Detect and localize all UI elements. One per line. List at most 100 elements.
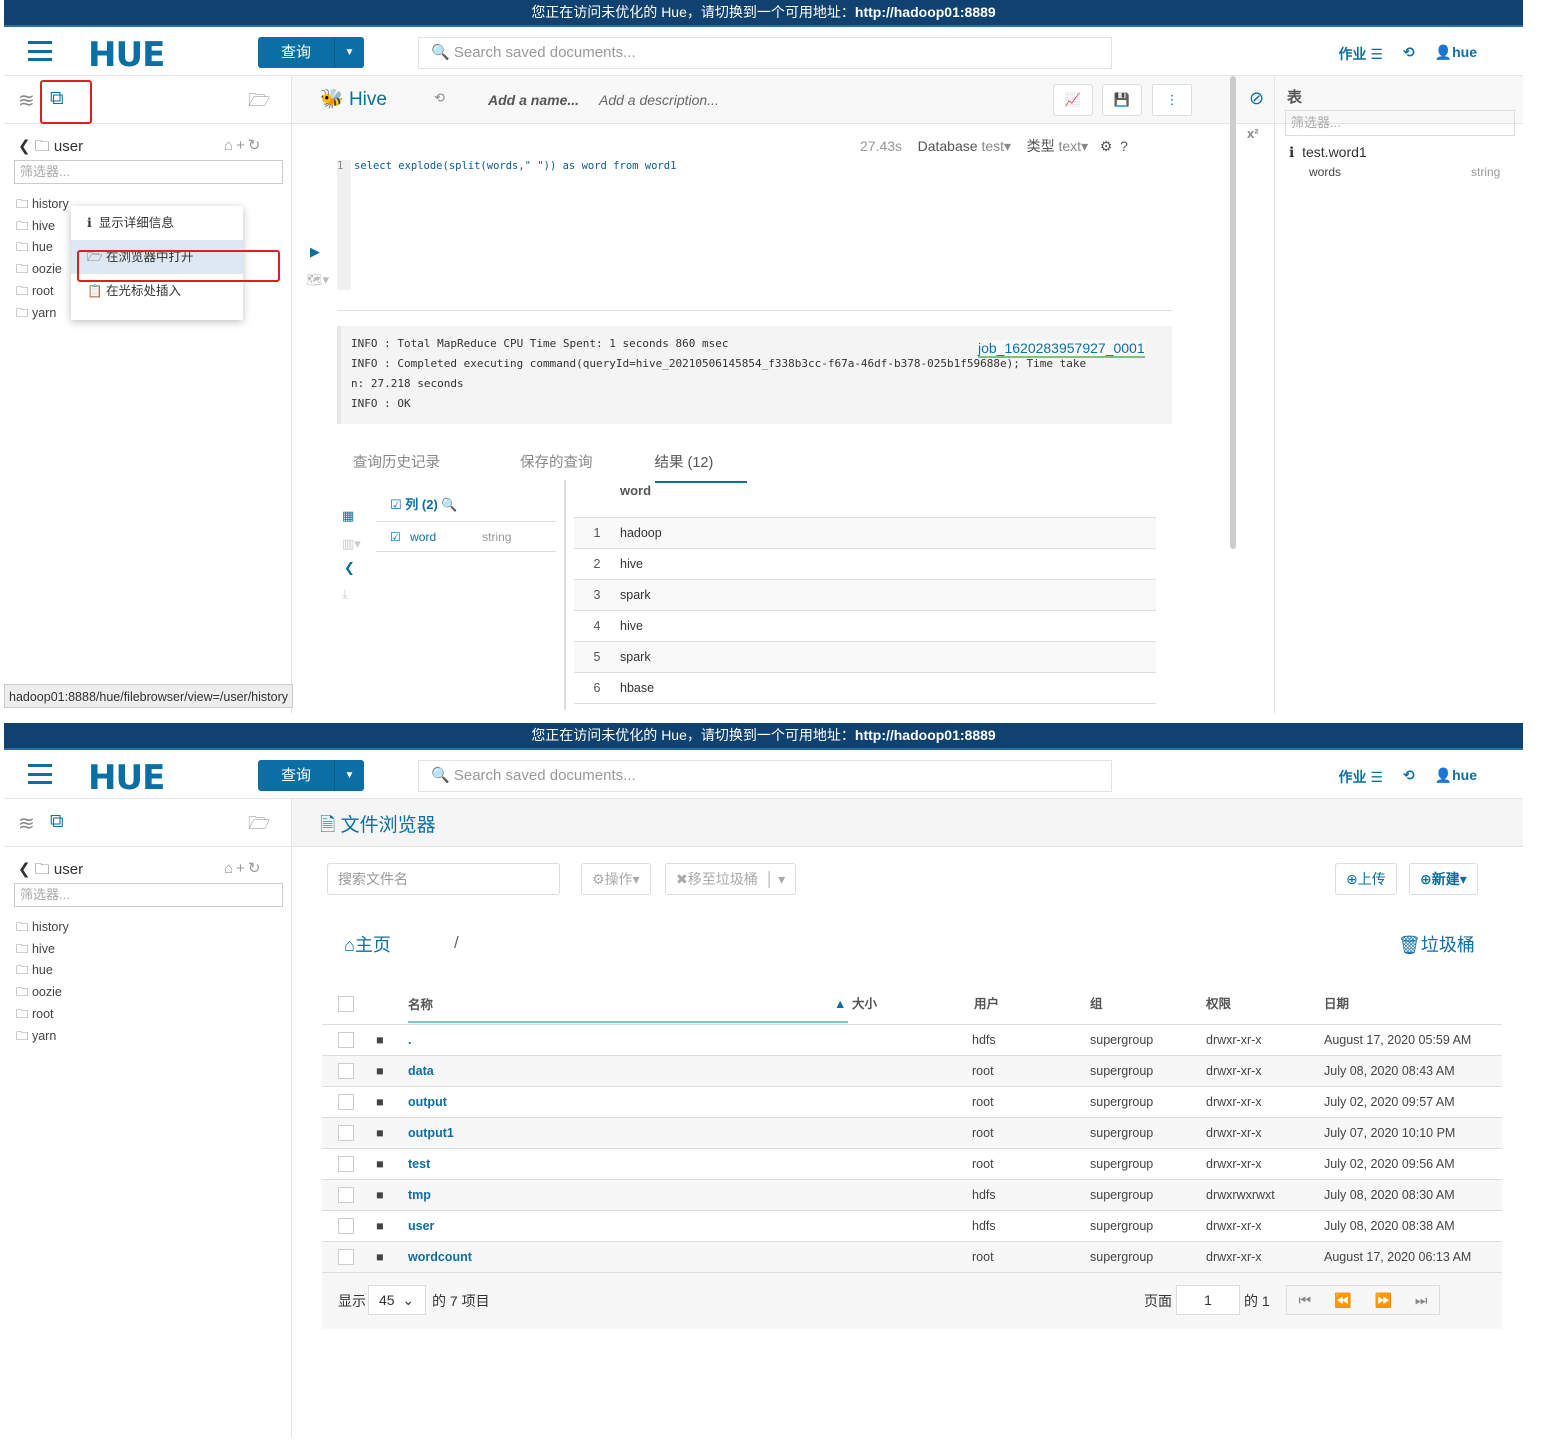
folder-item[interactable]: 🗀 history (16, 917, 69, 939)
column-header[interactable]: 大小 (852, 989, 877, 1019)
folder-open-icon[interactable]: 🗁 (248, 88, 270, 118)
result-row[interactable]: 6 hbase (574, 673, 1156, 704)
result-row[interactable]: 5 spark (574, 642, 1156, 673)
row-checkbox[interactable] (338, 1125, 354, 1141)
page-input[interactable]: 1 (1176, 1285, 1240, 1315)
file-name-link[interactable]: output (408, 1087, 447, 1117)
row-checkbox[interactable] (338, 1032, 354, 1048)
history-icon[interactable]: ⟲ (1403, 767, 1415, 787)
move-to-trash-button[interactable]: ✖移至垃圾桶 │ ▾ (665, 863, 797, 895)
file-row[interactable]: ■. hdfs supergroup drwxr-xr-x August 17, 202… (322, 1025, 1502, 1056)
save-button[interactable]: 💾 (1102, 84, 1142, 116)
assist-table[interactable]: ℹ test.word1 (1289, 144, 1367, 161)
settings-icon[interactable]: ⚙ (1100, 138, 1113, 154)
query-description-input[interactable]: Add a description... (599, 92, 719, 108)
database-icon[interactable]: ≋ (18, 811, 35, 836)
column-header[interactable]: 名称 (408, 989, 848, 1023)
column-header-word[interactable]: word (574, 476, 1156, 518)
history-icon[interactable]: ⟲ (434, 90, 445, 106)
home-icon[interactable]: ⌂ (224, 860, 236, 877)
last-page-icon[interactable]: ⏭ (1415, 1286, 1428, 1314)
caret-down-icon[interactable]: ▼ (334, 37, 364, 68)
file-row[interactable]: ■ output root supergroup drwxr-xr-x July 02, … (322, 1087, 1502, 1118)
home-link[interactable]: ⌂主页 (344, 931, 391, 957)
column-search-icon[interactable]: 🔍 (441, 497, 457, 512)
column-header[interactable]: 权限 (1206, 989, 1231, 1019)
result-row[interactable]: 1 hadoop (574, 518, 1156, 549)
help-icon[interactable]: ? (1120, 138, 1128, 154)
file-name-link[interactable]: data (408, 1056, 434, 1086)
download-icon[interactable]: ⤓ (342, 586, 348, 602)
job-link[interactable]: job_1620283957927_0001 (978, 340, 1145, 358)
next-page-icon[interactable]: ⏩ (1374, 1286, 1391, 1314)
file-row[interactable]: ■ output1 root supergroup drwxr-xr-x July 07,… (322, 1118, 1502, 1149)
query-button[interactable]: 查询 ▼ (258, 37, 364, 68)
menu-icon[interactable] (28, 41, 52, 61)
caret-down-icon[interactable]: ▼ (334, 760, 364, 791)
page-size-select[interactable]: 45 ⌄ (368, 1285, 426, 1315)
upload-button[interactable]: ⊕上传 (1335, 863, 1397, 895)
prev-page-icon[interactable]: ⏪ (1334, 1286, 1351, 1314)
sidebar-filter-input[interactable]: 筛选器... (14, 160, 283, 184)
file-row[interactable]: ■ wordcount root supergroup drwxr-xr-x August… (322, 1242, 1502, 1273)
folder-item[interactable]: 🗀 oozie (16, 982, 69, 1004)
banner-url[interactable]: http://hadoop01:8889 (855, 4, 996, 20)
hue-logo[interactable]: HUE (88, 35, 165, 75)
folder-item[interactable]: 🗀 hue (16, 237, 69, 259)
refresh-icon[interactable]: ↻ (248, 137, 264, 154)
menu-icon[interactable] (28, 764, 52, 784)
folder-item[interactable]: 🗀 oozie (16, 259, 69, 281)
sql-editor[interactable]: select explode(split(words," ")) as word… (354, 160, 676, 172)
query-name-input[interactable]: Add a name... (488, 92, 579, 108)
folder-item[interactable]: 🗀 hive (16, 939, 69, 961)
trash-link[interactable]: 🗑垃圾桶 (1398, 931, 1475, 957)
row-checkbox[interactable] (338, 1187, 354, 1203)
folder-item[interactable]: 🗀 root (16, 281, 69, 303)
chart-button[interactable]: 📈 (1053, 84, 1093, 116)
folder-item[interactable]: 🗀 yarn (16, 303, 69, 325)
assist-filter-input[interactable]: 筛选器... (1285, 110, 1515, 136)
column-checkbox[interactable]: ☑ (390, 530, 401, 544)
add-icon[interactable]: + (236, 860, 248, 877)
database-select[interactable]: test▾ (981, 138, 1011, 154)
file-row[interactable]: ■ tmp hdfs supergroup drwxrwxrwxt July 08, 20… (322, 1180, 1502, 1211)
user-menu[interactable]: 👤hue (1435, 767, 1477, 787)
grid-icon[interactable]: ▦ (342, 508, 354, 524)
file-name-link[interactable]: wordcount (408, 1242, 472, 1272)
sort-asc-icon[interactable]: ▲ (834, 989, 846, 1019)
home-icon[interactable]: ⌂ (224, 137, 236, 154)
user-menu[interactable]: 👤hue (1435, 44, 1477, 64)
tab-query-history[interactable]: 查询历史记录 (353, 455, 440, 471)
file-search-input[interactable]: 搜索文件名 (327, 863, 560, 895)
select-all-checkbox[interactable] (338, 996, 354, 1012)
column-header[interactable]: 日期 (1324, 989, 1349, 1019)
query-button[interactable]: 查询 ▼ (258, 760, 364, 791)
documents-icon[interactable]: ⧉ (50, 811, 64, 833)
functions-icon[interactable]: x² (1247, 126, 1259, 141)
result-row[interactable]: 3 spark (574, 580, 1156, 611)
file-name-link[interactable]: test (408, 1149, 430, 1179)
sidebar-filter-input[interactable]: 筛选器... (14, 883, 283, 907)
result-row[interactable]: 2 hive (574, 549, 1156, 580)
folder-item[interactable]: 🗀 hue (16, 960, 69, 982)
result-row[interactable]: 4 hive (574, 611, 1156, 642)
row-checkbox[interactable] (338, 1249, 354, 1265)
actions-button[interactable]: ⚙操作▾ (581, 863, 651, 895)
file-row[interactable]: ■ user hdfs supergroup drwxr-xr-x July 08, 20… (322, 1211, 1502, 1242)
folder-open-icon[interactable]: 🗁 (248, 811, 270, 841)
column-header[interactable]: 用户 (974, 989, 999, 1019)
chart-type-icon[interactable]: ▥▾ (342, 536, 361, 552)
row-checkbox[interactable] (338, 1218, 354, 1234)
tab-saved-queries[interactable]: 保存的查询 (520, 455, 593, 471)
file-name-link[interactable]: . (408, 1025, 411, 1055)
first-page-icon[interactable]: ⏮ (1298, 1286, 1311, 1314)
search-input[interactable]: 🔍 Search saved documents... (418, 760, 1112, 792)
back-icon[interactable]: ❮ (18, 861, 31, 878)
select-all-checkbox[interactable]: ☑ (390, 497, 402, 512)
scrollbar[interactable] (1230, 76, 1236, 549)
jobs-button[interactable]: 作业 ☰ (1338, 44, 1382, 64)
add-icon[interactable]: + (236, 137, 248, 154)
jobs-button[interactable]: 作业 ☰ (1338, 767, 1382, 787)
back-icon[interactable]: ❮ (18, 138, 31, 155)
folder-item[interactable]: 🗀 hive (16, 216, 69, 238)
